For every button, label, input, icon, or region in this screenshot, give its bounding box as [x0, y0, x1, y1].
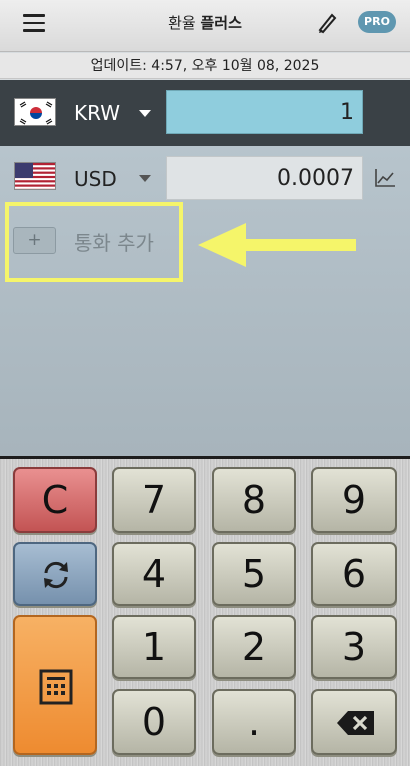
digit-0-button[interactable]: 0 [112, 689, 196, 755]
pro-badge[interactable]: PRO [358, 11, 396, 33]
refresh-icon [44, 561, 68, 589]
chart-icon[interactable] [374, 168, 396, 188]
last-update-text: 업데이트: 4:57, 오후 10월 08, 2025 [0, 53, 410, 79]
korea-flag-icon [14, 98, 56, 126]
edit-pencil-icon[interactable] [316, 11, 338, 35]
pointer-arrow-icon [198, 223, 356, 267]
add-currency-label[interactable]: 통화 추가 [74, 227, 154, 256]
app-toolbar: 환율 플러스 PRO [0, 0, 410, 52]
chevron-down-icon[interactable] [139, 175, 151, 182]
digit-6-button[interactable]: 6 [311, 542, 397, 606]
usd-currency-code[interactable]: USD [74, 167, 117, 191]
digit-4-button[interactable]: 4 [112, 542, 196, 606]
app-title-part2: 플러스 [200, 14, 242, 32]
usa-flag-icon [14, 162, 56, 190]
digit-1-button[interactable]: 1 [112, 615, 196, 679]
digit-7-button[interactable]: 7 [112, 467, 196, 533]
refresh-button[interactable] [13, 542, 97, 606]
digit-5-button[interactable]: 5 [212, 542, 296, 606]
app-title: 환율 플러스 [0, 12, 410, 33]
clear-button[interactable]: C [13, 467, 97, 533]
digit-8-button[interactable]: 8 [212, 467, 296, 533]
decimal-point-button[interactable]: . [212, 689, 296, 755]
app-title-part1: 환율 [168, 14, 196, 32]
digit-3-button[interactable]: 3 [311, 615, 397, 679]
base-currency-code[interactable]: KRW [74, 101, 120, 125]
usd-amount-field[interactable]: 0.0007 [166, 156, 363, 200]
digit-2-button[interactable]: 2 [212, 615, 296, 679]
base-amount-input[interactable]: 1 [166, 90, 363, 134]
calculator-button[interactable] [13, 615, 97, 755]
backspace-icon [337, 711, 374, 735]
chevron-down-icon[interactable] [139, 110, 151, 117]
calculator-icon [39, 669, 73, 705]
add-currency-button[interactable]: + [13, 227, 56, 254]
backspace-button[interactable] [311, 689, 397, 755]
digit-9-button[interactable]: 9 [311, 467, 397, 533]
base-currency-row: KRW 1 [0, 80, 410, 146]
